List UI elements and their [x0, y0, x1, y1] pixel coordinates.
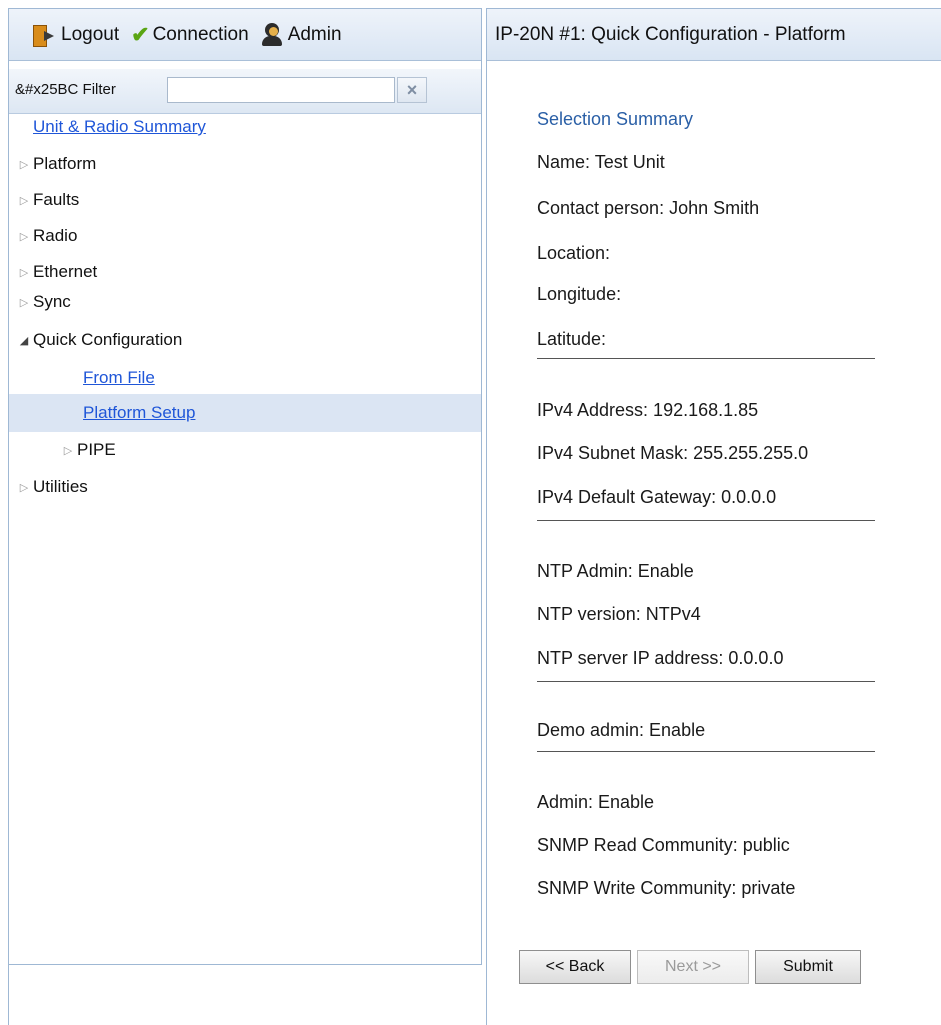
nav-item-label: Utilities [33, 477, 88, 496]
navigation-panel: Logout ✔ Connection Admin &#x25BC Filter… [8, 8, 482, 965]
clear-filter-button[interactable]: × [397, 77, 427, 103]
back-button[interactable]: << Back [519, 950, 631, 984]
summary-field-name: Name: Test Unit [537, 152, 665, 172]
summary-field-admin: Admin: Enable [537, 792, 655, 812]
nav-item-label: Quick Configuration [33, 330, 183, 349]
summary-field-snmp-write: SNMP Write Community: private [537, 878, 796, 898]
logout-label: Logout [61, 23, 120, 45]
filter-input[interactable] [167, 77, 395, 103]
nav-item-label: Radio [33, 226, 78, 245]
summary-field-ipv4-subnet: IPv4 Subnet Mask: 255.255.255.0 [537, 443, 809, 463]
expand-triangle-icon[interactable]: ▷ [59, 444, 77, 457]
summary-field-contact: Contact person: John Smith [537, 198, 760, 218]
expand-triangle-icon[interactable]: ▷ [15, 481, 33, 494]
connection-label: Connection [152, 23, 249, 45]
divider [537, 520, 875, 521]
page-title: IP-20N #1: Quick Configuration - Platfor… [495, 23, 846, 45]
admin-icon [261, 22, 283, 47]
nav-item-label: Faults [33, 190, 80, 209]
content-panel: IP-20N #1: Quick Configuration - Platfor… [486, 8, 941, 1025]
divider [537, 681, 875, 682]
nav-item-label: PIPE [77, 440, 116, 459]
expand-triangle-icon[interactable]: ▷ [15, 158, 33, 171]
nav-item-quick-configuration[interactable]: ◢ Quick Configuration [9, 322, 481, 358]
summary-field-longitude: Longitude: [537, 284, 622, 304]
top-toolbar: Logout ✔ Connection Admin [9, 9, 481, 61]
summary-field-location: Location: [537, 243, 611, 263]
check-icon: ✔ [131, 21, 150, 47]
nav-item-utilities[interactable]: ▷ Utilities [9, 469, 481, 505]
collapse-triangle-icon[interactable]: ◢ [15, 334, 33, 347]
nav-item-sync[interactable]: ▷ Sync [9, 284, 481, 320]
expand-triangle-icon[interactable]: ▷ [15, 266, 33, 279]
nav-item-platform[interactable]: ▷ Platform [9, 146, 481, 182]
nav-item-faults[interactable]: ▷ Faults [9, 182, 481, 218]
nav-item-radio[interactable]: ▷ Radio [9, 218, 481, 254]
nav-item-from-file[interactable]: From File [9, 360, 481, 396]
filter-label[interactable]: &#x25BC Filter [15, 81, 116, 98]
summary-field-demo-admin: Demo admin: Enable [537, 720, 706, 740]
filter-bar: &#x25BC Filter × [9, 69, 481, 114]
divider [537, 358, 875, 359]
content-header: IP-20N #1: Quick Configuration - Platfor… [487, 9, 941, 61]
summary-field-latitude: Latitude: [537, 329, 607, 349]
connection-button[interactable]: ✔ Connection [131, 21, 249, 47]
admin-label: Admin [287, 23, 342, 45]
nav-item-label: Ethernet [33, 262, 98, 281]
expand-triangle-icon[interactable]: ▷ [15, 230, 33, 243]
nav-item-label: Sync [33, 292, 71, 311]
nav-item-pipe[interactable]: ▷ PIPE [9, 432, 481, 468]
admin-button[interactable]: Admin [261, 22, 342, 47]
next-button[interactable]: Next >> [637, 950, 749, 984]
summary-field-ntp-server: NTP server IP address: 0.0.0.0 [537, 648, 784, 668]
summary-field-ipv4-address: IPv4 Address: 192.168.1.85 [537, 400, 759, 420]
logout-icon [31, 22, 57, 48]
nav-item-unit-radio-summary[interactable]: Unit & Radio Summary [9, 109, 481, 145]
nav-link-label[interactable]: Unit & Radio Summary [33, 117, 206, 137]
submit-button[interactable]: Submit [755, 950, 861, 984]
expand-triangle-icon[interactable]: ▷ [15, 194, 33, 207]
summary-field-ipv4-gateway: IPv4 Default Gateway: 0.0.0.0 [537, 487, 777, 507]
summary-field-ntp-admin: NTP Admin: Enable [537, 561, 694, 581]
nav-item-platform-setup[interactable]: Platform Setup [9, 394, 481, 432]
summary-field-ntp-version: NTP version: NTPv4 [537, 604, 701, 624]
summary-field-snmp-read: SNMP Read Community: public [537, 835, 790, 855]
logout-button[interactable]: Logout [31, 22, 119, 48]
expand-triangle-icon[interactable]: ▷ [15, 296, 33, 309]
section-title: Selection Summary [537, 109, 694, 129]
nav-link-label[interactable]: Platform Setup [83, 403, 195, 423]
divider [537, 751, 875, 752]
nav-link-label[interactable]: From File [83, 368, 155, 388]
panel-border-line [8, 965, 9, 1025]
nav-item-label: Platform [33, 154, 97, 173]
clear-icon: × [406, 79, 418, 100]
